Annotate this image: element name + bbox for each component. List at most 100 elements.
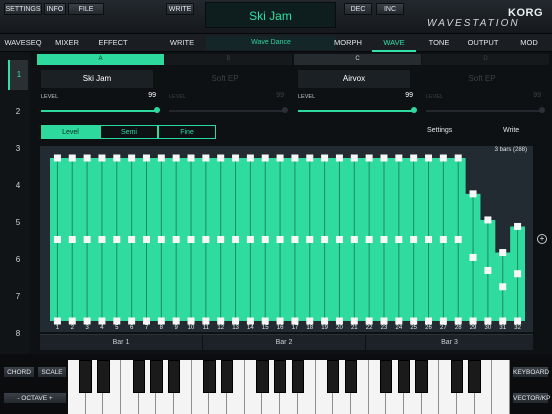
step-handle[interactable]: [514, 222, 522, 230]
step-handle[interactable]: [291, 317, 299, 325]
bar-3-cell[interactable]: Bar 3: [366, 335, 533, 351]
step-handle[interactable]: [469, 317, 477, 325]
step-handle[interactable]: [246, 236, 254, 243]
bar-1-cell[interactable]: Bar 1: [40, 335, 203, 351]
wave-slot-a[interactable]: A Ski Jam LEVEL 99: [37, 54, 164, 116]
write-text-button[interactable]: Write: [503, 127, 519, 134]
piano-black-key[interactable]: [327, 360, 340, 393]
tab-tone[interactable]: TONE: [420, 34, 458, 52]
step-handle[interactable]: [53, 236, 61, 243]
step-handle[interactable]: [499, 317, 507, 325]
menu-effect[interactable]: EFFECT: [90, 34, 136, 52]
step-handle[interactable]: [350, 236, 358, 243]
step-handle[interactable]: [113, 154, 121, 162]
step-handle[interactable]: [261, 154, 269, 162]
step-handle[interactable]: [350, 317, 358, 325]
step-handle[interactable]: [128, 236, 136, 243]
sidebar-item-6[interactable]: 6: [8, 245, 28, 275]
sidebar-item-2[interactable]: 2: [8, 97, 28, 127]
step-handle[interactable]: [217, 317, 225, 325]
step-handle[interactable]: [291, 236, 299, 243]
step-handle[interactable]: [172, 154, 180, 162]
step-handle[interactable]: [217, 154, 225, 162]
step-bars[interactable]: 1 2 3 4 5 6 7 8 9 10 11 12 13 14 15 16 17 18 19 20 21 22 23 24 2…: [40, 146, 533, 332]
step-handle[interactable]: [365, 236, 373, 243]
slot-b-name[interactable]: Soft EP: [169, 70, 281, 88]
piano-black-key[interactable]: [468, 360, 481, 393]
step-handle[interactable]: [83, 236, 91, 243]
slot-d-name[interactable]: Soft EP: [426, 70, 538, 88]
step-handle[interactable]: [321, 236, 329, 243]
piano-black-key[interactable]: [203, 360, 216, 393]
slot-b-slider-knob[interactable]: [282, 107, 288, 113]
sidebar-item-8[interactable]: 8: [8, 319, 28, 349]
step-handle[interactable]: [261, 236, 269, 243]
piano-black-key[interactable]: [380, 360, 393, 393]
step-handle[interactable]: [68, 317, 76, 325]
fine-segment[interactable]: Fine: [158, 125, 216, 139]
step-handle[interactable]: [202, 317, 210, 325]
step-handle[interactable]: [306, 317, 314, 325]
piano-black-key[interactable]: [167, 360, 181, 393]
step-handle[interactable]: [454, 317, 462, 325]
step-handle[interactable]: [335, 154, 343, 162]
step-handle[interactable]: [380, 236, 388, 243]
slot-c-header[interactable]: C: [294, 54, 421, 65]
piano-black-key[interactable]: [79, 360, 92, 393]
step-handle[interactable]: [142, 317, 150, 325]
step-handle[interactable]: [68, 154, 76, 162]
step-handle[interactable]: [98, 236, 106, 243]
step-handle[interactable]: [306, 236, 314, 243]
step-handle[interactable]: [53, 317, 61, 325]
step-handle[interactable]: [499, 249, 507, 257]
keyboard-button[interactable]: KEYBOARD: [512, 366, 549, 378]
piano-black-key[interactable]: [344, 360, 358, 393]
scale-button[interactable]: SCALE: [37, 366, 67, 378]
step-handle[interactable]: [217, 236, 225, 243]
step-handle[interactable]: [410, 154, 418, 162]
step-handle[interactable]: [514, 317, 522, 325]
slot-d-level-slider[interactable]: [426, 107, 545, 113]
step-handle[interactable]: [395, 317, 403, 325]
slot-b-level-slider[interactable]: [169, 107, 288, 113]
slot-a-header[interactable]: A: [37, 54, 164, 65]
piano-black-key[interactable]: [97, 360, 110, 393]
sidebar-item-3[interactable]: 3: [8, 134, 28, 164]
step-handle[interactable]: [232, 317, 240, 325]
vector-kp-button[interactable]: VECTOR/KP: [512, 392, 550, 404]
level-segment[interactable]: Level: [41, 125, 100, 139]
step-handle[interactable]: [380, 317, 388, 325]
settings-button[interactable]: SETTINGS: [4, 3, 42, 15]
piano-black-key[interactable]: [220, 360, 234, 393]
step-handle[interactable]: [113, 236, 121, 243]
step-handle[interactable]: [261, 317, 269, 325]
slot-a-level-slider[interactable]: [41, 107, 160, 113]
step-handle[interactable]: [276, 154, 284, 162]
step-handle[interactable]: [365, 154, 373, 162]
step-handle[interactable]: [365, 317, 373, 325]
step-handle[interactable]: [157, 317, 165, 325]
step-handle[interactable]: [484, 317, 492, 325]
piano-black-key[interactable]: [450, 360, 464, 393]
menu-mixer[interactable]: MIXER: [48, 34, 86, 52]
sidebar-item-4[interactable]: 4: [8, 171, 28, 201]
piano-keyboard[interactable]: [68, 360, 510, 414]
step-handle[interactable]: [83, 154, 91, 162]
step-handle[interactable]: [425, 317, 433, 325]
slot-a-name[interactable]: Ski Jam: [41, 70, 153, 88]
piano-black-key[interactable]: [415, 360, 428, 393]
step-handle[interactable]: [454, 236, 462, 243]
tab-output[interactable]: OUTPUT: [462, 34, 504, 52]
step-handle[interactable]: [395, 154, 403, 162]
wave-sequence-graph[interactable]: 1 2 3 4 5 6 7 8 9 10 11 12 13 14 15 16 17 18 19 20 21 22 23 24 2…: [40, 146, 533, 332]
step-handle[interactable]: [484, 216, 492, 224]
piano-black-key[interactable]: [150, 360, 163, 393]
info-button[interactable]: INFO: [44, 3, 66, 15]
step-handle[interactable]: [157, 236, 165, 243]
tab-morph[interactable]: MORPH: [328, 34, 368, 52]
wave-slot-b[interactable]: B Soft EP LEVEL 99: [165, 54, 292, 116]
step-handle[interactable]: [232, 236, 240, 243]
step-handle[interactable]: [157, 154, 165, 162]
menu-waveseq[interactable]: WAVESEQ: [2, 34, 44, 52]
step-handle[interactable]: [321, 154, 329, 162]
